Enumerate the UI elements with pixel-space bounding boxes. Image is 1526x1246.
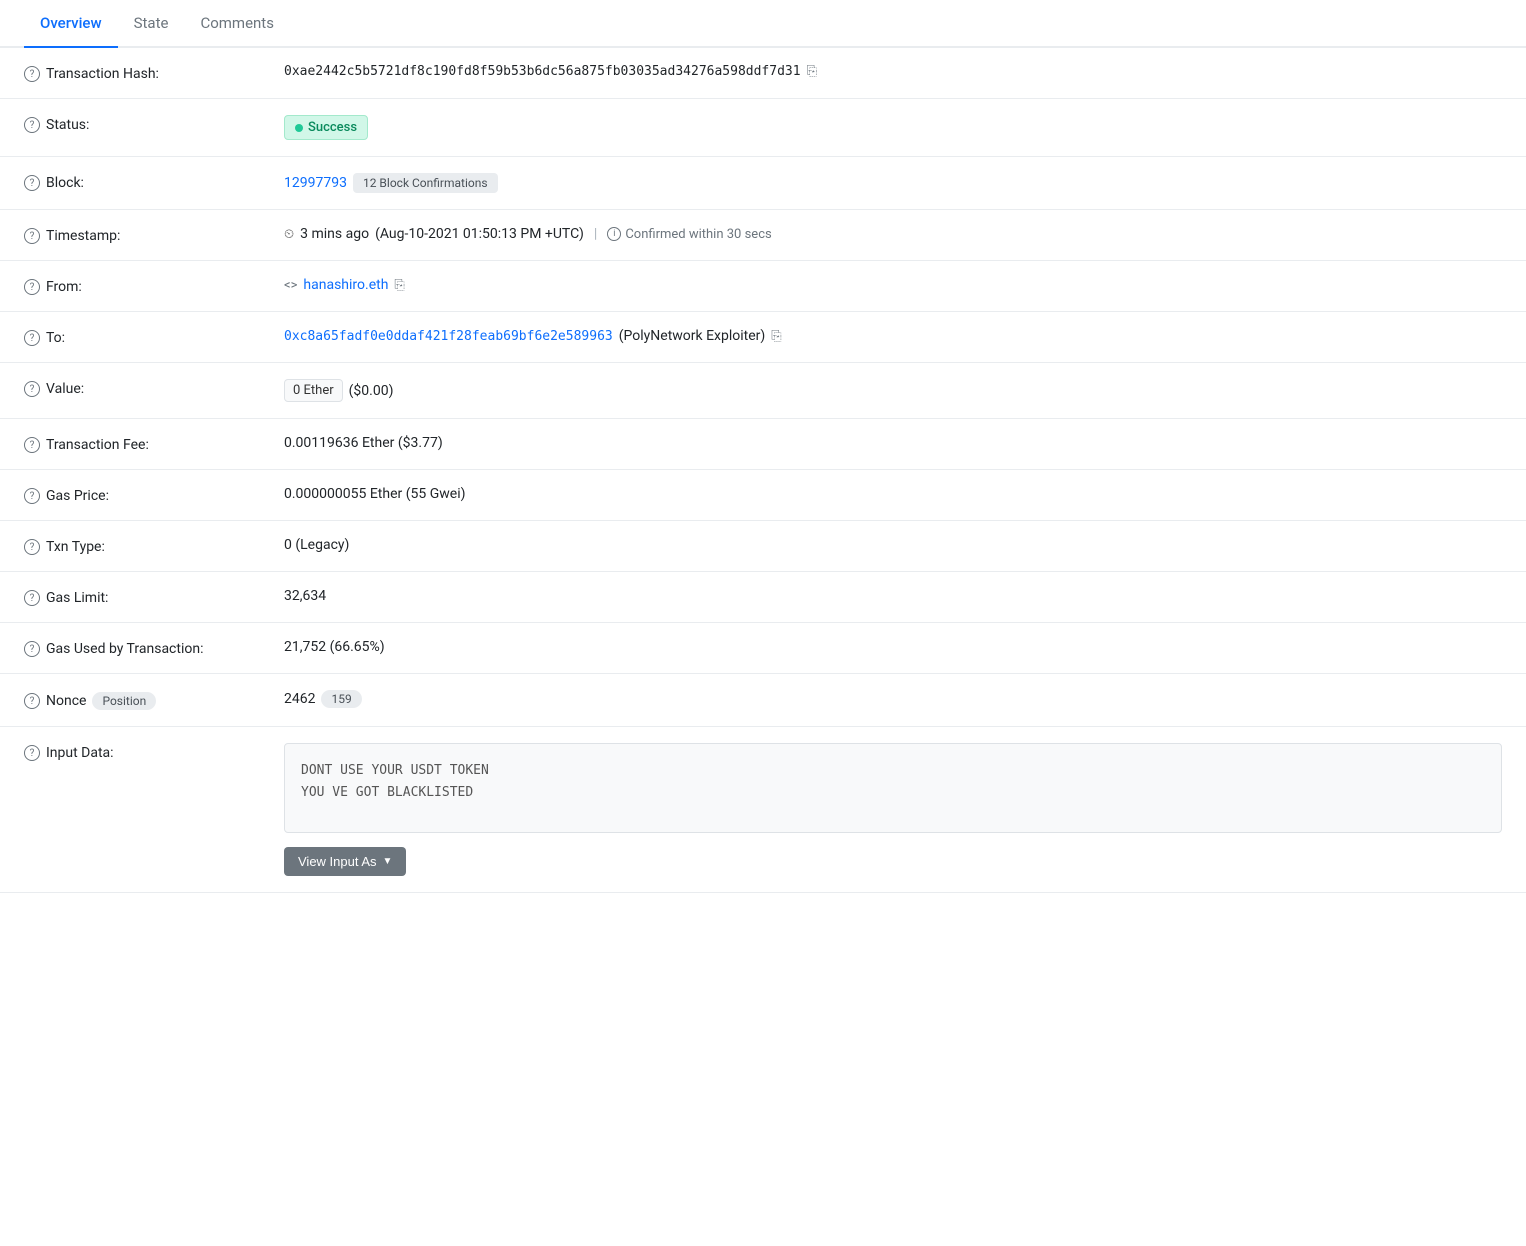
label-to: ? To: <box>24 328 284 346</box>
usd-amount: ($0.00) <box>349 383 394 399</box>
absolute-time: (Aug-10-2021 01:50:13 PM +UTC) <box>375 226 584 242</box>
help-icon-from[interactable]: ? <box>24 279 40 295</box>
value-transaction-hash: 0xae2442c5b5721df8c190fd8f59b53b6dc56a87… <box>284 64 1502 79</box>
label-timestamp: ? Timestamp: <box>24 226 284 244</box>
copy-tx-hash-icon[interactable]: ⎘ <box>807 64 817 79</box>
to-label: (PolyNetwork Exploiter) <box>619 328 766 344</box>
help-icon-status[interactable]: ? <box>24 117 40 133</box>
gas-limit-value: 32,634 <box>284 588 326 604</box>
row-transaction-hash: ? Transaction Hash: 0xae2442c5b5721df8c1… <box>0 48 1526 99</box>
label-nonce: ? Nonce Position <box>24 690 284 710</box>
gas-used-value: 21,752 (66.65%) <box>284 639 385 655</box>
block-number-link[interactable]: 12997793 <box>284 175 347 191</box>
row-status: ? Status: Success <box>0 99 1526 157</box>
help-icon-to[interactable]: ? <box>24 330 40 346</box>
code-brackets-icon: <> <box>284 278 297 293</box>
copy-from-icon[interactable]: ⎘ <box>394 278 404 293</box>
row-gas-limit: ? Gas Limit: 32,634 <box>0 572 1526 623</box>
value-input-data: DONT USE YOUR USDT TOKEN YOU VE GOT BLAC… <box>284 743 1502 876</box>
value-status: Success <box>284 115 1502 140</box>
copy-to-icon[interactable]: ⎘ <box>771 329 781 344</box>
to-address-link[interactable]: 0xc8a65fadf0e0ddaf421f28feab69bf6e2e5899… <box>284 329 613 344</box>
row-to: ? To: 0xc8a65fadf0e0ddaf421f28feab69bf6e… <box>0 312 1526 363</box>
label-status: ? Status: <box>24 115 284 133</box>
value-timestamp: ⏲ 3 mins ago (Aug-10-2021 01:50:13 PM +U… <box>284 226 1502 242</box>
value-txn-type: 0 (Legacy) <box>284 537 1502 553</box>
input-data-textarea: DONT USE YOUR USDT TOKEN YOU VE GOT BLAC… <box>284 743 1502 833</box>
help-icon-value[interactable]: ? <box>24 381 40 397</box>
help-icon-txn-type[interactable]: ? <box>24 539 40 555</box>
block-confirmations-badge: 12 Block Confirmations <box>353 173 498 193</box>
value-block: 12997793 12 Block Confirmations <box>284 173 1502 193</box>
label-input-data: ? Input Data: <box>24 743 284 761</box>
help-icon-tx-fee[interactable]: ? <box>24 437 40 453</box>
row-input-data: ? Input Data: DONT USE YOUR USDT TOKEN Y… <box>0 727 1526 893</box>
tx-fee-value: 0.00119636 Ether ($3.77) <box>284 435 443 451</box>
ether-amount-badge: 0 Ether <box>284 379 343 402</box>
txn-type-value: 0 (Legacy) <box>284 537 349 553</box>
row-timestamp: ? Timestamp: ⏲ 3 mins ago (Aug-10-2021 0… <box>0 210 1526 261</box>
separator: | <box>594 226 597 242</box>
help-icon-nonce[interactable]: ? <box>24 693 40 709</box>
row-transaction-fee: ? Transaction Fee: 0.00119636 Ether ($3.… <box>0 419 1526 470</box>
value-nonce: 2462 159 <box>284 690 1502 708</box>
view-input-as-button[interactable]: View Input As ▼ <box>284 847 406 876</box>
value-gas-used: 21,752 (66.65%) <box>284 639 1502 655</box>
label-value: ? Value: <box>24 379 284 397</box>
help-icon-gas-used[interactable]: ? <box>24 641 40 657</box>
row-txn-type: ? Txn Type: 0 (Legacy) <box>0 521 1526 572</box>
label-txn-type: ? Txn Type: <box>24 537 284 555</box>
value-value: 0 Ether ($0.00) <box>284 379 1502 402</box>
label-transaction-hash: ? Transaction Hash: <box>24 64 284 82</box>
help-icon-block[interactable]: ? <box>24 175 40 191</box>
clock-icon: ⏲ <box>284 227 294 242</box>
status-dot <box>295 124 303 132</box>
tab-overview[interactable]: Overview <box>24 0 118 48</box>
row-value: ? Value: 0 Ether ($0.00) <box>0 363 1526 419</box>
from-address-link[interactable]: hanashiro.eth <box>303 277 388 293</box>
tab-bar: Overview State Comments <box>0 0 1526 48</box>
value-transaction-fee: 0.00119636 Ether ($3.77) <box>284 435 1502 451</box>
help-icon-tx-hash[interactable]: ? <box>24 66 40 82</box>
confirmed-info: i Confirmed within 30 secs <box>607 227 771 242</box>
tab-comments[interactable]: Comments <box>184 0 290 48</box>
nonce-position-value: 159 <box>321 690 361 708</box>
value-from: <> hanashiro.eth ⎘ <box>284 277 1502 293</box>
help-icon-timestamp[interactable]: ? <box>24 228 40 244</box>
chevron-down-icon: ▼ <box>383 856 393 867</box>
row-gas-used: ? Gas Used by Transaction: 21,752 (66.65… <box>0 623 1526 674</box>
info-icon: i <box>607 227 621 241</box>
nonce-value: 2462 <box>284 691 315 707</box>
label-from: ? From: <box>24 277 284 295</box>
detail-table: ? Transaction Hash: 0xae2442c5b5721df8c1… <box>0 48 1526 893</box>
help-icon-input-data[interactable]: ? <box>24 745 40 761</box>
label-gas-limit: ? Gas Limit: <box>24 588 284 606</box>
row-gas-price: ? Gas Price: 0.000000055 Ether (55 Gwei) <box>0 470 1526 521</box>
gas-price-value: 0.000000055 Ether (55 Gwei) <box>284 486 466 502</box>
help-icon-gas-limit[interactable]: ? <box>24 590 40 606</box>
value-gas-limit: 32,634 <box>284 588 1502 604</box>
row-nonce: ? Nonce Position 2462 159 <box>0 674 1526 727</box>
value-gas-price: 0.000000055 Ether (55 Gwei) <box>284 486 1502 502</box>
help-icon-gas-price[interactable]: ? <box>24 488 40 504</box>
tab-state[interactable]: State <box>118 0 185 48</box>
tx-hash-value: 0xae2442c5b5721df8c190fd8f59b53b6dc56a87… <box>284 64 801 79</box>
status-badge: Success <box>284 115 368 140</box>
label-block: ? Block: <box>24 173 284 191</box>
position-badge: Position <box>92 692 156 710</box>
row-from: ? From: <> hanashiro.eth ⎘ <box>0 261 1526 312</box>
label-transaction-fee: ? Transaction Fee: <box>24 435 284 453</box>
row-block: ? Block: 12997793 12 Block Confirmations <box>0 157 1526 210</box>
relative-time: 3 mins ago <box>300 226 369 242</box>
label-gas-price: ? Gas Price: <box>24 486 284 504</box>
label-gas-used: ? Gas Used by Transaction: <box>24 639 284 657</box>
value-to: 0xc8a65fadf0e0ddaf421f28feab69bf6e2e5899… <box>284 328 1502 344</box>
